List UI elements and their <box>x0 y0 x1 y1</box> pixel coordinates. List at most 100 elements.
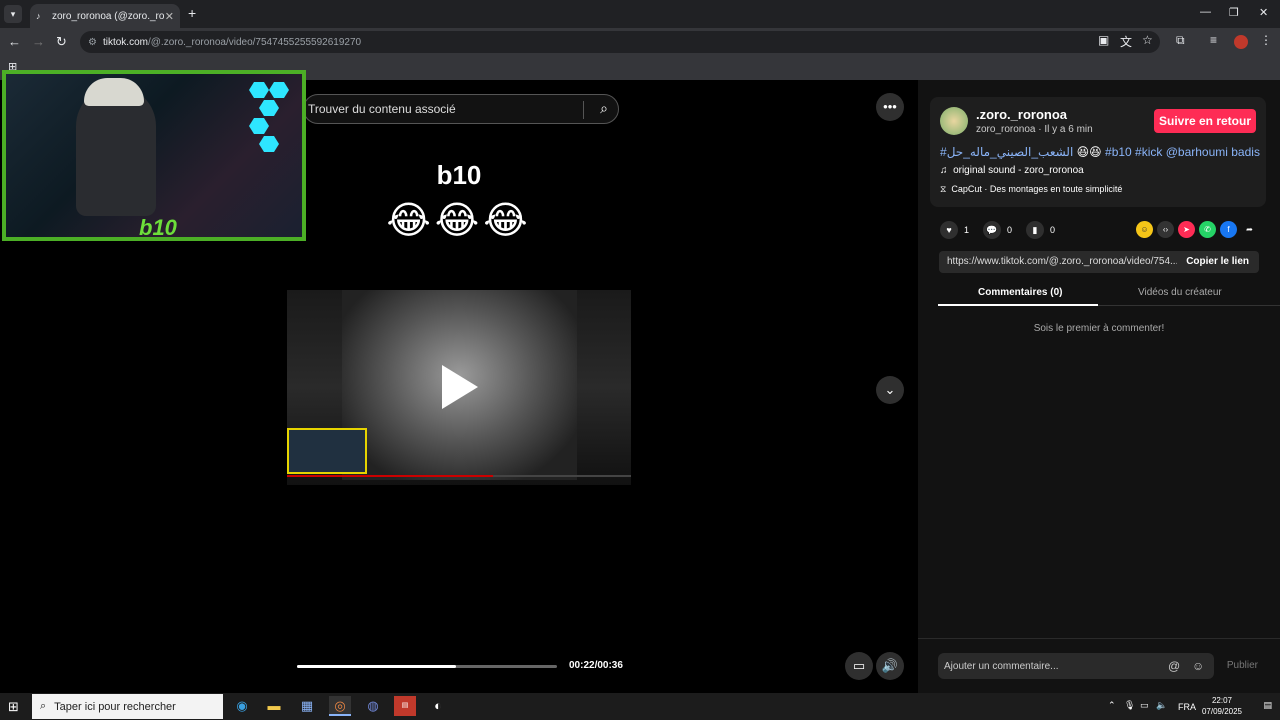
search-input[interactable]: Trouver du contenu associé ⌕ <box>303 94 619 124</box>
send-icon[interactable]: ➤ <box>1178 221 1195 238</box>
reload-icon[interactable]: ↻ <box>56 34 67 50</box>
menu-icon[interactable]: ⋮ <box>1260 33 1272 47</box>
author-avatar[interactable] <box>940 107 968 135</box>
video-caption: b10 <box>436 160 482 190</box>
bookmark-star-icon[interactable]: ☆ <box>1142 33 1153 47</box>
voicemeeter-icon[interactable]: ▤ <box>394 696 416 716</box>
media-controls-icon[interactable]: ≡ <box>1210 33 1217 47</box>
whatsapp-icon[interactable]: ✆ <box>1199 221 1216 238</box>
profile-avatar[interactable] <box>1234 35 1248 49</box>
volume-icon[interactable]: 🔊 <box>876 652 904 680</box>
store-icon[interactable]: ▦ <box>296 696 318 716</box>
microphone-icon[interactable]: 🎙 <box>1124 700 1135 711</box>
address-bar[interactable]: ⚙ tiktok.com/@.zoro._roronoa/video/75474… <box>80 31 1160 53</box>
video-caption-emojis: 😂😂😂 <box>386 200 532 242</box>
site-info-icon[interactable]: ⚙ <box>88 37 97 48</box>
video-player[interactable]: Trouver du contenu associé ⌕ b10 😂😂😂 00:… <box>287 80 631 693</box>
mention-icon[interactable]: @ <box>1168 659 1180 673</box>
heart-icon: ♥ <box>940 221 958 239</box>
tab-search-icon[interactable]: ▾ <box>4 5 22 23</box>
tab-comments[interactable]: Commentaires (0) <box>978 287 1062 298</box>
speaker-icon[interactable]: 🔈 <box>1156 700 1167 711</box>
comments-tabs: Commentaires (0) Vidéos du créateur <box>938 280 1280 306</box>
next-video-icon[interactable]: ⌄ <box>876 376 904 404</box>
copy-link-button[interactable]: Copier le lien <box>1186 256 1249 267</box>
url-path: /@.zoro._roronoa/video/75474552555926192… <box>147 36 362 48</box>
browser-tab[interactable]: ♪ zoro_roronoa (@zoro._roronoa ✕ <box>30 4 180 28</box>
obs-icon[interactable]: ◐ <box>427 696 449 716</box>
edge-icon[interactable]: ◉ <box>231 696 253 716</box>
share-link-url: https://www.tiktok.com/@.zoro._roronoa/v… <box>947 256 1177 267</box>
file-explorer-icon[interactable]: ▬ <box>263 696 285 716</box>
facebook-icon[interactable]: f <box>1220 221 1237 238</box>
chrome-icon[interactable]: ◎ <box>329 696 351 716</box>
notification-icon[interactable]: ▤ <box>1263 700 1272 711</box>
music-title: original sound - zoro_roronoa <box>953 165 1084 176</box>
comment-button[interactable]: 💬 0 <box>983 220 1012 240</box>
tab-strip: ▾ ♪ zoro_roronoa (@zoro._roronoa ✕ + — ❐… <box>0 0 1280 28</box>
clip-timeline <box>287 475 631 477</box>
publish-button[interactable]: Publier <box>1227 660 1258 671</box>
share-icon[interactable]: ➦ <box>1241 221 1258 238</box>
comment-count: 0 <box>1007 225 1013 235</box>
tiktok-icon: ♪ <box>36 11 41 21</box>
empty-comments-message: Sois le premier à commenter! <box>1033 323 1165 334</box>
play-icon[interactable] <box>442 365 478 409</box>
follow-button[interactable]: Suivre en retour <box>1154 109 1256 133</box>
hashtags[interactable]: #b10 #kick @barhoumi badis <box>1105 145 1260 159</box>
video-time: 00:22/00:36 <box>569 660 623 671</box>
video-description: #الشعب_الصيني_ماله_حل 😆😆 #b10 #kick @bar… <box>940 145 1260 159</box>
language-indicator[interactable]: FRA <box>1178 702 1196 712</box>
miniplayer-icon[interactable]: ▭ <box>845 652 873 680</box>
video-progress-bar[interactable] <box>297 665 557 668</box>
save-button[interactable]: ▮ 0 <box>1026 220 1055 240</box>
taskbar-clock[interactable]: 22:07 07/09/2025 <box>1202 695 1242 717</box>
hashtag-arabic[interactable]: #الشعب_الصيني_ماله_حل <box>940 145 1073 159</box>
comment-input[interactable]: Ajouter un commentaire... @ ☺ <box>938 653 1214 679</box>
author-username[interactable]: .zoro._roronoa <box>976 107 1067 122</box>
translate-icon[interactable]: 文 <box>1120 33 1132 50</box>
capcut-line[interactable]: ⧖ CapCut · Des montages en toute simplic… <box>940 184 1122 195</box>
webcam-overlay: b10 <box>2 70 306 241</box>
clock-date: 07/09/2025 <box>1201 707 1242 716</box>
comment-placeholder: Ajouter un commentaire... <box>944 661 1059 672</box>
like-count: 1 <box>964 225 970 235</box>
new-tab-icon[interactable]: + <box>188 5 196 21</box>
close-tab-icon[interactable]: ✕ <box>165 10 174 23</box>
tab-creator-videos[interactable]: Vidéos du créateur <box>1138 287 1222 298</box>
network-icon[interactable]: ▭ <box>1140 700 1149 711</box>
windows-taskbar: ⊞ ⌕ Taper ici pour rechercher ◉ ▬ ▦ ◎ ◍ … <box>0 693 1280 720</box>
capcut-icon: ⧖ <box>940 184 947 194</box>
embed-icon[interactable]: ‹› <box>1157 221 1174 238</box>
streamer-cap <box>84 78 144 106</box>
windows-start-icon[interactable]: ⊞ <box>8 699 19 715</box>
author-card: .zoro._roronoa zoro_roronoa · Il y a 6 m… <box>930 97 1266 207</box>
emoji-icon[interactable]: ☺ <box>1192 659 1204 673</box>
active-tab-underline <box>938 304 1098 306</box>
tray-chevron-icon[interactable]: ⌃ <box>1108 700 1116 711</box>
repost-icon[interactable]: ☺ <box>1136 221 1153 238</box>
system-tray: ⌃ 🎙 ▭ 🔈 FRA 22:07 07/09/2025 ▤ <box>1100 693 1280 720</box>
search-icon[interactable]: ⌕ <box>600 100 608 117</box>
forward-icon[interactable]: → <box>32 34 45 49</box>
extensions-icon[interactable]: ⧉ <box>1176 33 1185 48</box>
comment-icon: 💬 <box>983 221 1001 239</box>
music-line[interactable]: ♫ original sound - zoro_roronoa <box>940 165 1084 176</box>
more-options-icon[interactable]: ••• <box>876 93 904 121</box>
share-link-box[interactable]: https://www.tiktok.com/@.zoro._roronoa/v… <box>939 251 1259 273</box>
author-nick-time: zoro_roronoa · Il y a 6 min <box>976 124 1093 135</box>
discord-icon[interactable]: ◍ <box>362 696 384 716</box>
close-window-icon[interactable]: ✕ <box>1259 6 1268 19</box>
navigation-bar: ← → ↻ ⚙ tiktok.com/@.zoro._roronoa/video… <box>0 28 1280 56</box>
tab-title: zoro_roronoa (@zoro._roronoa <box>52 10 165 22</box>
tiktok-page: Trouver du contenu associé ⌕ b10 😂😂😂 00:… <box>0 70 1280 693</box>
install-icon[interactable]: ▣ <box>1098 33 1109 47</box>
video-progress-fill <box>297 665 456 668</box>
restore-icon[interactable]: ❐ <box>1229 6 1239 19</box>
like-button[interactable]: ♥ 1 <box>940 220 969 240</box>
back-icon[interactable]: ← <box>8 34 21 49</box>
search-divider <box>583 101 584 119</box>
minimize-icon[interactable]: — <box>1200 6 1211 18</box>
hex-lights <box>249 82 289 152</box>
taskbar-search[interactable]: ⌕ Taper ici pour rechercher <box>32 694 223 719</box>
